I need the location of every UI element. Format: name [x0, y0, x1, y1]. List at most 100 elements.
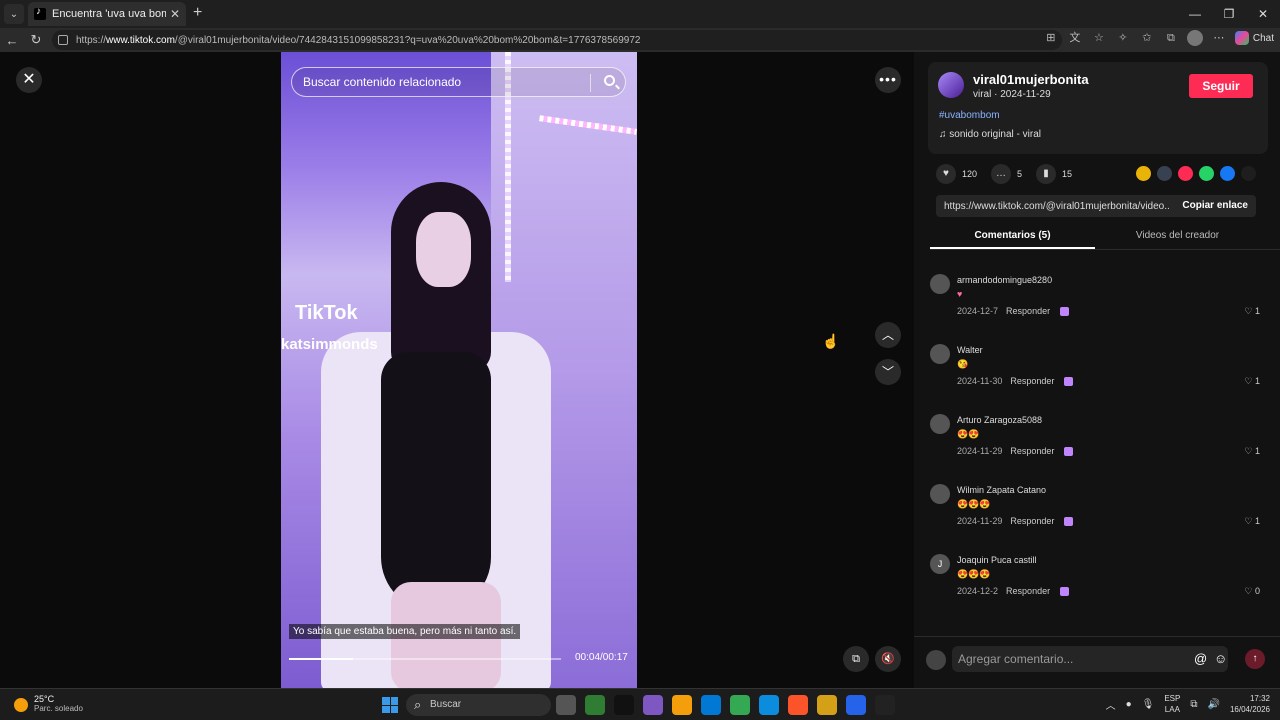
taskbar-app-icon[interactable] — [759, 695, 779, 715]
reload-icon[interactable]: ↻ — [24, 32, 48, 48]
taskbar-app-icon[interactable] — [846, 695, 866, 715]
restore-icon[interactable]: ❐ — [1212, 0, 1246, 28]
heart-outline-icon: ♡ — [1244, 586, 1255, 596]
video-player[interactable]: Buscar contenido relacionado TikTok kats… — [281, 52, 637, 688]
taskbar-app-icon[interactable] — [701, 695, 721, 715]
picture-in-picture-icon[interactable]: ⧉ — [843, 646, 869, 672]
taskbar-app-icon[interactable] — [788, 695, 808, 715]
taskbar-app-icon[interactable] — [614, 695, 634, 715]
heart-icon[interactable]: ♥ — [936, 164, 956, 184]
heart-outline-icon: ♡ — [1244, 306, 1255, 316]
address-bar[interactable]: https://www.tiktok.com/@viral01mujerboni… — [52, 30, 1062, 50]
comment-like[interactable]: ♡ 1 — [1244, 446, 1260, 457]
app-available-icon[interactable]: ⊞ — [1043, 30, 1059, 46]
minimize-icon[interactable]: — — [1178, 0, 1212, 28]
back-arrow-icon[interactable]: ← — [0, 33, 24, 48]
next-video-chevron-down-icon[interactable]: ﹀ — [875, 359, 901, 385]
commenter-name[interactable]: Walter — [957, 345, 983, 355]
follow-button[interactable]: Seguir — [1189, 74, 1253, 98]
reply-button[interactable]: Responder — [1010, 516, 1054, 526]
tab-list-chevron-icon[interactable]: ⌄ — [4, 4, 24, 24]
facebook-icon[interactable] — [1220, 166, 1235, 181]
collections-icon[interactable]: ⧉ — [1163, 30, 1179, 46]
comment-like[interactable]: ♡ 1 — [1244, 306, 1260, 317]
save-count: 15 — [1062, 169, 1073, 179]
favorite-star-icon[interactable]: ☆ — [1091, 30, 1107, 46]
more-options-icon[interactable]: ••• — [875, 67, 901, 93]
send-to-friend-icon[interactable] — [1178, 166, 1193, 181]
reply-button[interactable]: Responder — [1006, 306, 1050, 316]
commenter-name[interactable]: Wilmin Zapata Catano — [957, 485, 1046, 495]
language-indicator[interactable]: ESP LAA — [1164, 693, 1180, 715]
author-username[interactable]: viral01mujerbonita — [973, 72, 1089, 87]
send-arrow-icon[interactable]: ↑ — [1245, 649, 1265, 669]
save-stat[interactable]: ▮ 15 — [1036, 164, 1072, 184]
sound-link[interactable]: ♫ sonido original - viral — [939, 129, 1041, 140]
taskbar-app-icon[interactable] — [556, 695, 576, 715]
tray-app-icon[interactable]: ● — [1126, 699, 1132, 710]
clock[interactable]: 17:32 16/04/2026 — [1230, 693, 1270, 715]
commenter-name[interactable]: Arturo Zaragoza5088 — [957, 415, 1042, 425]
previous-video-chevron-up-icon[interactable]: ︿ — [875, 322, 901, 348]
commenter-name[interactable]: Joaquin Puca castill — [957, 555, 1037, 565]
whatsapp-icon[interactable] — [1199, 166, 1214, 181]
tab-close-icon[interactable]: ✕ — [170, 7, 180, 21]
reply-button[interactable]: Responder — [1010, 376, 1054, 386]
extensions-icon[interactable]: ✧ — [1115, 30, 1131, 46]
new-tab-plus-icon[interactable]: + — [193, 4, 202, 22]
taskbar-app-icon[interactable] — [585, 695, 605, 715]
comment-like[interactable]: ♡ 1 — [1244, 376, 1260, 387]
mute-volume-icon[interactable]: 🔇 — [875, 646, 901, 672]
share-arrow-icon[interactable] — [1241, 166, 1256, 181]
bookmark-icon[interactable]: ▮ — [1036, 164, 1057, 184]
related-search-input[interactable]: Buscar contenido relacionado — [291, 67, 626, 97]
window-close-icon[interactable]: ✕ — [1246, 0, 1280, 28]
commenter-avatar[interactable] — [930, 274, 950, 294]
embed-coin-icon[interactable] — [1136, 166, 1151, 181]
favorites-icon[interactable]: ✩ — [1139, 30, 1155, 46]
close-viewer-icon[interactable]: ✕ — [16, 67, 42, 93]
taskbar-app-icon[interactable] — [672, 695, 692, 715]
commenter-avatar[interactable] — [930, 484, 950, 504]
microphone-icon[interactable]: 🎙 — [1142, 699, 1155, 710]
more-menu-icon[interactable]: ⋯ — [1211, 30, 1227, 46]
hashtag-link[interactable]: #uvabombom — [939, 110, 1000, 121]
emoji-icon[interactable]: ☺ — [1214, 651, 1227, 666]
author-card: viral01mujerbonita viral · 2024-11-29 Se… — [928, 62, 1268, 154]
commenter-avatar[interactable] — [930, 344, 950, 364]
taskbar-app-icon[interactable] — [817, 695, 837, 715]
volume-icon[interactable]: 🔊 — [1208, 699, 1220, 710]
taskbar-app-icon[interactable] — [643, 695, 663, 715]
taskbar-app-icon[interactable] — [875, 695, 895, 715]
profile-avatar[interactable] — [1186, 30, 1203, 46]
site-info-icon[interactable] — [58, 35, 68, 45]
browser-tab-active[interactable]: Encuentra 'uva uva bom bom' en ✕ — [28, 2, 186, 26]
network-icon[interactable]: ⧉ — [1190, 699, 1197, 710]
reply-button[interactable]: Responder — [1010, 446, 1054, 456]
weather-widget[interactable]: 25°C Parc. soleado — [14, 694, 83, 713]
tab-creator-videos[interactable]: Videos del creador — [1095, 228, 1260, 249]
embed-code-icon[interactable] — [1157, 166, 1172, 181]
tray-overflow-chevron-icon[interactable]: ︿ — [1106, 697, 1116, 712]
comment-like[interactable]: ♡ 1 — [1244, 516, 1260, 527]
search-icon[interactable] — [604, 75, 615, 86]
comment-like[interactable]: ♡ 0 — [1244, 586, 1260, 597]
author-avatar[interactable] — [938, 72, 964, 98]
windows-start-icon[interactable] — [382, 697, 398, 713]
taskbar-app-icon[interactable] — [730, 695, 750, 715]
copilot-chat-button[interactable]: Chat — [1234, 31, 1274, 45]
taskbar-search[interactable]: Buscar — [406, 694, 551, 716]
mention-at-icon[interactable]: @ — [1194, 651, 1207, 666]
comment-bubble-icon[interactable]: … — [991, 164, 1012, 184]
video-progress-bar[interactable] — [289, 658, 561, 660]
commenter-name[interactable]: armandodomingue8280 — [957, 275, 1052, 285]
tab-comments[interactable]: Comentarios (5) — [930, 228, 1095, 249]
reply-button[interactable]: Responder — [1006, 586, 1050, 596]
copy-link-button[interactable]: Copiar enlace — [1182, 200, 1248, 211]
commenter-avatar[interactable] — [930, 414, 950, 434]
like-stat[interactable]: ♥ 120 — [936, 164, 977, 184]
comment-input[interactable]: Agregar comentario... — [952, 646, 1228, 672]
commenter-avatar[interactable]: J — [930, 554, 950, 574]
comment-stat[interactable]: … 5 — [991, 164, 1022, 184]
translate-icon[interactable]: 文 — [1067, 30, 1083, 46]
